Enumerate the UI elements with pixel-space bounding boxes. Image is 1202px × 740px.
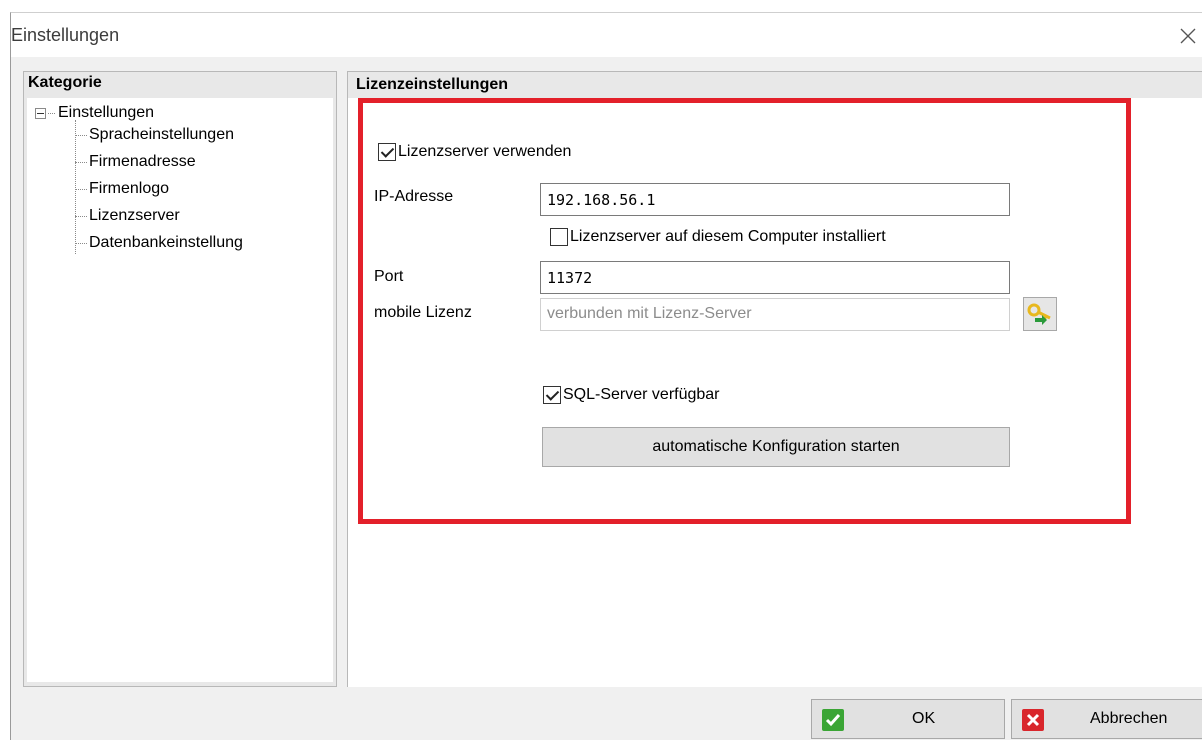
background-strip <box>0 0 1202 12</box>
sql-server-checkbox[interactable]: SQL-Server verfügbar <box>543 386 720 404</box>
tree-item-spracheinstellungen[interactable]: Spracheinstellungen <box>75 126 234 144</box>
tree-item-firmenlogo[interactable]: Firmenlogo <box>75 180 169 198</box>
category-header: Kategorie <box>28 74 102 91</box>
tree-item-label: Spracheinstellungen <box>89 126 234 143</box>
ok-label: OK <box>912 710 936 727</box>
tree-connector <box>75 161 87 163</box>
installed-here-checkbox[interactable]: Lizenzserver auf diesem Computer install… <box>550 228 886 246</box>
collapse-icon[interactable] <box>35 107 46 119</box>
license-settings-panel: Lizenzeinstellungen Lizenzserver verwend… <box>347 71 1202 687</box>
port-label: Port <box>374 268 404 285</box>
use-license-server-checkbox[interactable]: Lizenzserver verwenden <box>378 143 571 161</box>
settings-header: Lizenzeinstellungen <box>356 76 509 93</box>
tree-item-label: Firmenadresse <box>89 153 196 170</box>
use-license-server-label: Lizenzserver verwenden <box>398 143 572 160</box>
category-panel: Kategorie Einstellungen Spracheinstellun… <box>23 71 337 687</box>
ok-button[interactable]: OK <box>811 699 1005 739</box>
tree-item-label: Lizenzserver <box>89 207 180 224</box>
tree-item-firmenadresse[interactable]: Firmenadresse <box>75 153 196 171</box>
sql-server-label: SQL-Server verfügbar <box>563 386 720 403</box>
category-tree[interactable]: Einstellungen Spracheinstellungen Firmen… <box>27 98 333 682</box>
cross-icon <box>1022 709 1044 731</box>
cancel-label: Abbrechen <box>1090 710 1168 727</box>
close-button[interactable] <box>1173 21 1202 51</box>
mobile-license-field: verbunden mit Lizenz-Server <box>540 298 1010 331</box>
key-arrow-icon <box>1027 303 1051 325</box>
auto-config-button[interactable]: automatische Konfiguration starten <box>542 427 1010 467</box>
settings-header-bar: Lizenzeinstellungen <box>348 72 1202 98</box>
tree-item-label: Datenbankeinstellung <box>89 234 243 251</box>
tree-item-lizenzserver[interactable]: Lizenzserver <box>75 207 180 225</box>
license-key-button[interactable] <box>1023 297 1057 331</box>
cancel-button[interactable]: Abbrechen <box>1011 699 1202 739</box>
ip-address-field[interactable]: 192.168.56.1 <box>540 183 1010 216</box>
tree-connector <box>75 215 87 217</box>
checkbox-unchecked-icon[interactable] <box>550 228 568 246</box>
mobile-license-label: mobile Lizenz <box>374 304 472 321</box>
tree-connector <box>75 188 87 190</box>
close-icon <box>1180 28 1196 44</box>
port-field[interactable]: 11372 <box>540 261 1010 294</box>
tree-root-einstellungen[interactable]: Einstellungen <box>35 104 154 122</box>
tree-connector <box>75 134 87 136</box>
window-title: Einstellungen <box>11 25 120 45</box>
checkbox-checked-icon[interactable] <box>378 143 396 161</box>
tree-item-label: Firmenlogo <box>89 180 170 197</box>
installed-here-label: Lizenzserver auf diesem Computer install… <box>570 228 886 245</box>
settings-dialog: Einstellungen Kategorie Einstellungen Sp… <box>10 12 1202 740</box>
check-icon <box>822 709 844 731</box>
tree-item-datenbankeinstellung[interactable]: Datenbankeinstellung <box>75 234 243 252</box>
ip-address-label: IP-Adresse <box>374 188 454 205</box>
tree-connector <box>48 112 55 114</box>
title-bar: Einstellungen <box>11 13 1202 57</box>
tree-root-label: Einstellungen <box>58 104 155 121</box>
checkbox-checked-icon[interactable] <box>543 386 561 404</box>
tree-connector <box>75 242 87 244</box>
